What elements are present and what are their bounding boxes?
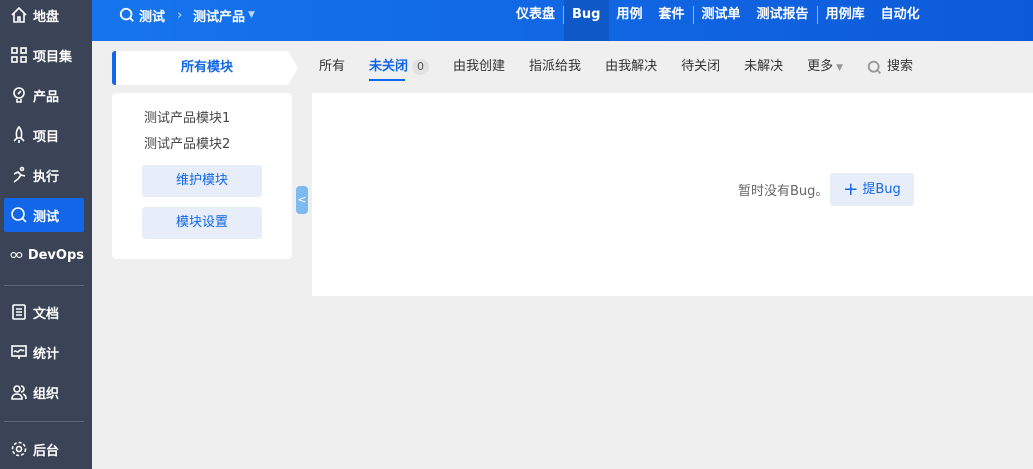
search-toggle[interactable]: 搜索 bbox=[867, 51, 913, 83]
search-icon bbox=[119, 7, 134, 22]
tab-unclosed[interactable]: 未关闭 0 bbox=[369, 51, 430, 83]
sidebar-item-dashboard[interactable]: 地盘 bbox=[4, 0, 84, 32]
report-bug-button[interactable]: + 提Bug bbox=[830, 173, 914, 206]
sidebar-item-org[interactable]: 组织 bbox=[4, 375, 84, 409]
sidebar-item-execution[interactable]: 执行 bbox=[4, 158, 84, 192]
tab-all[interactable]: 所有 bbox=[319, 51, 345, 83]
caret-down-icon: ▼ bbox=[836, 63, 844, 73]
breadcrumb-module[interactable]: 测试 bbox=[119, 0, 165, 30]
module-item[interactable]: 测试产品模块2 bbox=[144, 133, 230, 152]
product-switcher[interactable]: 测试产品 ▼ bbox=[193, 0, 255, 30]
tab-to-close[interactable]: 待关闭 bbox=[681, 51, 720, 83]
tab-assigned-to-me[interactable]: 指派给我 bbox=[529, 51, 581, 83]
tab-label: 未关闭 bbox=[369, 59, 409, 74]
sidebar-item-label: 测试 bbox=[33, 209, 60, 225]
sidebar-item-project[interactable]: 项目 bbox=[4, 118, 84, 152]
main-nav: 仪表盘 Bug 用例 套件 测试单 测试报告 用例库 自动化 bbox=[508, 0, 928, 41]
nav-bug[interactable]: Bug bbox=[564, 0, 609, 41]
tab-unresolved[interactable]: 未解决 bbox=[744, 51, 783, 83]
lightbulb-icon bbox=[13, 87, 25, 103]
sidebar: 地盘 项目集 产品 项目 执行 测试 DevOps 文档 统计 组织 后台 bbox=[0, 0, 92, 469]
report-bug-label: 提Bug bbox=[862, 182, 901, 197]
running-icon bbox=[13, 166, 26, 183]
nav-dashboard[interactable]: 仪表盘 bbox=[508, 0, 563, 30]
search-icon bbox=[11, 207, 27, 223]
sidebar-item-label: DevOps bbox=[27, 247, 84, 263]
more-dropdown[interactable]: 更多 ▼ bbox=[807, 51, 843, 83]
chevron-right-icon: › bbox=[177, 7, 183, 23]
top-bar: 测试 › 测试产品 ▼ 仪表盘 Bug 用例 套件 测试单 测试报告 用例库 自动… bbox=[92, 0, 1033, 41]
sidebar-divider bbox=[4, 285, 84, 286]
filter-tabs: 所有 未关闭 0 由我创建 指派给我 由我解决 待关闭 未解决 更多 ▼ 搜索 bbox=[319, 51, 937, 83]
plus-icon: + bbox=[843, 179, 859, 200]
maintain-modules-button[interactable]: 维护模块 bbox=[142, 165, 262, 197]
caret-down-icon: ▼ bbox=[248, 10, 255, 20]
nav-case[interactable]: 用例 bbox=[609, 0, 651, 30]
sidebar-item-label: 后台 bbox=[33, 443, 60, 459]
sidebar-item-label: 项目集 bbox=[33, 49, 73, 65]
monitor-chart-icon bbox=[11, 345, 27, 359]
infinity-icon bbox=[10, 251, 23, 259]
more-label: 更多 bbox=[807, 59, 834, 74]
nav-caselib[interactable]: 用例库 bbox=[818, 0, 873, 30]
product-name: 测试产品 bbox=[193, 9, 246, 25]
sidebar-item-devops[interactable]: DevOps bbox=[4, 238, 84, 272]
sidebar-item-label: 地盘 bbox=[33, 9, 60, 25]
all-modules-header[interactable]: 所有模块 bbox=[112, 51, 298, 85]
search-label: 搜索 bbox=[887, 59, 914, 74]
nav-testtask[interactable]: 测试单 bbox=[694, 0, 749, 30]
sidebar-item-label: 项目 bbox=[33, 129, 60, 145]
sidebar-item-doc[interactable]: 文档 bbox=[4, 295, 84, 329]
search-icon bbox=[867, 60, 882, 74]
sidebar-item-label: 统计 bbox=[33, 346, 60, 362]
module-settings-button[interactable]: 模块设置 bbox=[142, 207, 262, 239]
count-badge: 0 bbox=[412, 59, 430, 75]
collapse-sidebar-toggle[interactable]: < bbox=[296, 186, 308, 214]
sidebar-item-label: 执行 bbox=[33, 169, 60, 185]
document-icon bbox=[12, 304, 26, 320]
chevron-left-icon: < bbox=[297, 193, 307, 206]
sidebar-item-test[interactable]: 测试 bbox=[4, 198, 84, 232]
gear-icon bbox=[11, 441, 27, 457]
empty-message: 暂时没有Bug。 bbox=[738, 184, 829, 199]
users-icon bbox=[11, 385, 27, 400]
tab-resolved-by-me[interactable]: 由我解决 bbox=[605, 51, 657, 83]
module-tree-panel: 测试产品模块1 测试产品模块2 维护模块 模块设置 bbox=[112, 93, 292, 259]
sidebar-item-label: 文档 bbox=[33, 306, 60, 322]
nav-suite[interactable]: 套件 bbox=[651, 0, 693, 30]
sidebar-item-product[interactable]: 产品 bbox=[4, 78, 84, 112]
grid-icon bbox=[11, 47, 27, 63]
sidebar-item-label: 组织 bbox=[33, 386, 60, 402]
sidebar-divider bbox=[4, 421, 84, 422]
home-icon bbox=[11, 6, 27, 23]
sidebar-item-label: 产品 bbox=[33, 89, 60, 105]
tab-opened-by-me[interactable]: 由我创建 bbox=[453, 51, 505, 83]
nav-automation[interactable]: 自动化 bbox=[873, 0, 928, 30]
breadcrumb-module-label: 测试 bbox=[139, 9, 166, 25]
rocket-icon bbox=[13, 126, 25, 143]
sidebar-item-admin[interactable]: 后台 bbox=[4, 432, 84, 466]
sidebar-item-program[interactable]: 项目集 bbox=[4, 38, 84, 72]
module-item[interactable]: 测试产品模块1 bbox=[144, 107, 230, 126]
nav-testreport[interactable]: 测试报告 bbox=[749, 0, 817, 30]
sidebar-item-stats[interactable]: 统计 bbox=[4, 335, 84, 369]
bug-list-panel bbox=[312, 93, 1033, 296]
